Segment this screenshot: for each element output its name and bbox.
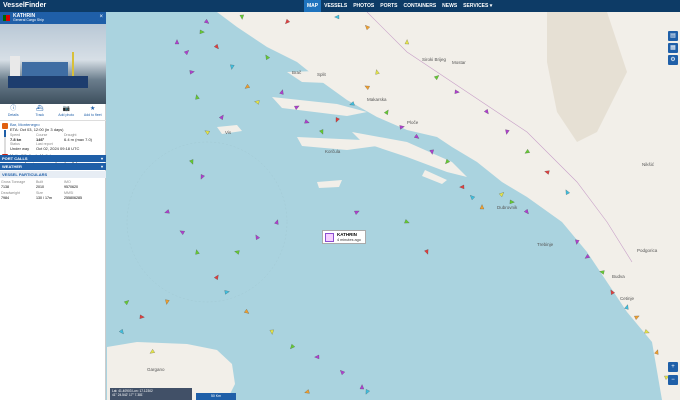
place-label: Siroki Brijeg bbox=[422, 57, 447, 62]
place-label: Vis bbox=[225, 130, 232, 135]
draught-value: 6.4 m (max 7.0) bbox=[64, 137, 93, 142]
nav-photos[interactable]: PHOTOS bbox=[350, 0, 377, 12]
weather-label: WEATHER bbox=[2, 164, 22, 169]
voyage-progress-fill bbox=[4, 130, 6, 138]
tooltip-time: 4 minutes ago bbox=[337, 238, 361, 242]
vessel-header: KATHRIN General Cargo Ship × bbox=[0, 12, 106, 24]
built-value: 2010 bbox=[36, 185, 44, 189]
track-label: Track bbox=[35, 113, 45, 117]
coordinates-readout: Lat: 41.40903 Lon: 17.12302 41° 24.542' … bbox=[110, 388, 192, 400]
main-nav: MAP VESSELS PHOTOS PORTS CONTAINERS NEWS… bbox=[304, 0, 495, 12]
vessel-tooltip[interactable]: KATHRIN 4 minutes ago bbox=[322, 230, 366, 244]
scale-bar: 50 Km bbox=[196, 393, 236, 400]
departure-pin-icon bbox=[2, 123, 8, 129]
place-label: Cetinje bbox=[620, 296, 635, 301]
filter-icon: ⚙ bbox=[670, 57, 676, 63]
deadweight-label: Deadweight bbox=[1, 191, 20, 195]
place-label: Nikšić bbox=[642, 162, 654, 167]
nav-containers[interactable]: CONTAINERS bbox=[400, 0, 439, 12]
vessel-actions: ⓘ Details ⛴ Track 📷 Add photo ★ Add to fleet bbox=[0, 106, 106, 120]
coords-dms: 41° 24.542' 17° 7.381' bbox=[112, 393, 144, 397]
details-button[interactable]: ⓘ Details bbox=[1, 106, 25, 120]
place-label: Budva bbox=[612, 274, 625, 279]
map-svg bbox=[107, 12, 680, 400]
imo-value: 9570620 bbox=[64, 185, 78, 189]
particulars-section[interactable]: VESSEL PARTICULARS bbox=[0, 171, 106, 178]
place-label: Dubrovnik bbox=[497, 205, 518, 210]
layers-button[interactable]: ▤ bbox=[668, 31, 678, 41]
nav-vessels[interactable]: VESSELS bbox=[321, 0, 350, 12]
place-label: Ploče bbox=[407, 120, 419, 125]
chevron-down-icon: ▾ bbox=[100, 164, 103, 169]
add-photo-button[interactable]: 📷 Add photo bbox=[54, 106, 78, 120]
place-label: Gargano bbox=[147, 367, 165, 372]
mmsi-label: MMSI bbox=[64, 191, 74, 195]
flag-icon bbox=[3, 15, 10, 21]
place-label: Makarska bbox=[367, 97, 387, 102]
place-label: Mostar bbox=[452, 60, 466, 65]
voyage-progress bbox=[4, 130, 6, 154]
imo-label: IMO bbox=[64, 180, 71, 184]
place-label: Podgorica bbox=[637, 248, 658, 253]
details-label: Details bbox=[7, 113, 19, 117]
particulars-label: VESSEL PARTICULARS bbox=[2, 172, 48, 177]
gross-tonnage-value: 7138 bbox=[1, 185, 9, 189]
mmsi-value: 255806285 bbox=[64, 196, 82, 200]
ship-marker-icon bbox=[325, 233, 334, 242]
star-icon: ★ bbox=[90, 106, 96, 112]
ship-crane bbox=[72, 52, 74, 76]
nav-map[interactable]: MAP bbox=[304, 0, 322, 12]
built-label: Built bbox=[36, 180, 43, 184]
add-photo-label: Add photo bbox=[58, 113, 75, 117]
add-to-fleet-button[interactable]: ★ Add to fleet bbox=[81, 106, 105, 120]
place-label: Split bbox=[317, 72, 326, 77]
nav-news[interactable]: NEWS bbox=[439, 0, 460, 12]
status-value: Under way bbox=[10, 146, 30, 151]
ship-bridge bbox=[10, 56, 20, 76]
place-label: Trebinje bbox=[537, 242, 554, 247]
map-canvas[interactable]: Split Mostar Brač Trebinje Dubrovnik Kor… bbox=[107, 12, 680, 400]
deadweight-value: 7984 bbox=[1, 196, 9, 200]
port-calls-label: PORT CALLS bbox=[2, 156, 28, 161]
size-label: Size bbox=[36, 191, 43, 195]
info-icon: ⓘ bbox=[10, 106, 17, 112]
vessel-type: General Cargo Ship bbox=[13, 18, 44, 22]
ship-hull bbox=[8, 76, 88, 88]
place-label: Korčula bbox=[325, 149, 341, 154]
zoom-in-button[interactable]: + bbox=[668, 362, 678, 372]
ship-cargo bbox=[22, 62, 68, 76]
size-value: 130 / 17m bbox=[36, 196, 52, 200]
filter-button[interactable]: ⚙ bbox=[668, 55, 678, 65]
layers-icon: ▤ bbox=[670, 33, 676, 39]
last-report-value: Oct 02, 2024 09:18 UTC bbox=[36, 146, 80, 151]
camera-icon: 📷 bbox=[62, 106, 70, 112]
vesselfinder-logo[interactable]: VesselFinder bbox=[3, 2, 46, 9]
measure-icon: ▦ bbox=[670, 45, 676, 51]
eta-text: ETA: Oct 03, 12:00 (in 3 days) bbox=[10, 127, 64, 132]
zoom-out-button[interactable]: − bbox=[668, 375, 678, 385]
add-to-fleet-label: Add to fleet bbox=[83, 113, 102, 117]
tooltip-vessel-name: KATHRIN bbox=[337, 232, 357, 237]
track-button[interactable]: ⛴ Track bbox=[28, 106, 52, 120]
place-label: Brač bbox=[292, 70, 302, 75]
chevron-down-icon: ▾ bbox=[100, 156, 103, 161]
gross-tonnage-label: Gross Tonnage bbox=[1, 180, 26, 184]
measure-button[interactable]: ▦ bbox=[668, 43, 678, 53]
track-icon: ⛴ bbox=[35, 106, 44, 112]
port-calls-section[interactable]: PORT CALLS ▾ bbox=[0, 155, 106, 162]
vessel-panel: KATHRIN General Cargo Ship × ⓘ Details ⛴ T… bbox=[0, 12, 106, 400]
weather-section[interactable]: WEATHER ▾ bbox=[0, 163, 106, 170]
close-icon[interactable]: × bbox=[99, 14, 103, 20]
nav-ports[interactable]: PORTS bbox=[377, 0, 400, 12]
top-navbar: VesselFinder MAP VESSELS PHOTOS PORTS CO… bbox=[0, 0, 680, 12]
nav-services[interactable]: SERVICES ▾ bbox=[460, 0, 495, 12]
vessel-photo[interactable] bbox=[0, 24, 106, 104]
